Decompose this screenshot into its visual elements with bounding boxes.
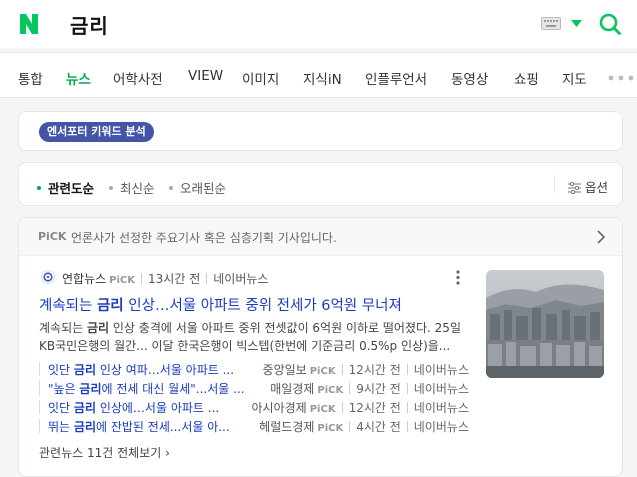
news-card: PiCK 언론사가 선정한 주요기사 혹은 심층기획 기사입니다. 연합뉴스 Pi…	[18, 217, 623, 477]
tab-news[interactable]: 뉴스	[66, 68, 91, 88]
related-news-meta: 중앙일보 PiCK 12시간 전 네이버뉴스	[262, 363, 469, 377]
tab-dictionary[interactable]: 어학사전	[113, 68, 163, 88]
tab-kin[interactable]: 지식iN	[303, 68, 342, 88]
related-news-meta: 아시아경제 PiCK 12시간 전 네이버뉴스	[251, 401, 469, 415]
divider	[554, 175, 555, 193]
sort-oldest-label: 오래된순	[180, 181, 227, 196]
search-tabs: 통합 뉴스 어학사전 VIEW 이미지 지식iN 인플루언서 동영상 쇼핑 지도	[0, 52, 637, 98]
chevron-right-icon: ›	[165, 446, 170, 460]
search-query[interactable]: 금리	[70, 10, 109, 39]
sort-latest[interactable]: 최신순	[109, 178, 155, 197]
related-news-list: 잇단 금리 인상 여파…서울 아파트 ... 중앙일보 PiCK 12시간 전 네이버…	[39, 360, 469, 436]
options-button[interactable]: 옵션	[568, 177, 608, 196]
search-icon[interactable]	[598, 12, 622, 36]
related-news-link[interactable]: 잇단 금리 인상 여파…서울 아파트 ...	[48, 361, 248, 378]
more-tabs-icon[interactable]	[608, 75, 636, 81]
chevron-right-icon[interactable]	[596, 230, 606, 244]
sort-relevance[interactable]: 관련도순	[37, 178, 94, 197]
related-news-link[interactable]: 잇단 금리 인상에…서울 아파트 ...	[48, 399, 248, 416]
related-news-item: "높은 금리에 전세 대신 월세"...서울 ... 매일경제 PiCK 9시간 전…	[39, 379, 469, 398]
press-logo-icon[interactable]	[41, 270, 55, 284]
sort-oldest[interactable]: 오래된순	[169, 178, 226, 197]
press-name[interactable]: 연합뉴스	[62, 272, 106, 286]
pick-label: PiCK	[109, 275, 136, 286]
article-headline[interactable]: 계속되는 금리 인상…서울 아파트 중위 전세가 6억원 무너져	[39, 294, 402, 315]
tab-integrated[interactable]: 통합	[18, 68, 43, 88]
keyword-analysis-card: 엔서포터 키워드 분석	[18, 111, 623, 151]
tab-shopping[interactable]: 쇼핑	[514, 68, 539, 88]
article-time: 13시간 전	[148, 272, 201, 286]
related-news-item: 잇단 금리 인상 여파…서울 아파트 ... 중앙일보 PiCK 12시간 전 네이버…	[39, 360, 469, 379]
caret-down-icon[interactable]	[571, 20, 582, 27]
related-news-meta: 헤럴드경제 PiCK 4시간 전 네이버뉴스	[259, 420, 469, 434]
tab-map[interactable]: 지도	[562, 68, 587, 88]
pick-logo: PiCK	[38, 230, 67, 243]
filter-icon	[568, 181, 581, 195]
related-news-link[interactable]: 뛰는 금리에 잔밥된 전세...서울 아...	[48, 418, 248, 435]
article-description[interactable]: 계속되는 금리 인상 충격에 서울 아파트 중위 전셋값이 6억원 이하로 떨어…	[39, 319, 461, 355]
sort-latest-label: 최신순	[120, 181, 155, 196]
options-label: 옵션	[585, 180, 609, 195]
related-news-meta: 매일경제 PiCK 9시간 전 네이버뉴스	[270, 382, 469, 396]
tab-view[interactable]: VIEW	[188, 68, 223, 84]
article-source-line: 연합뉴스 PiCK 13시간 전 네이버뉴스	[62, 270, 268, 287]
related-news-link[interactable]: "높은 금리에 전세 대신 월세"...서울 ...	[48, 380, 248, 397]
pick-info-bar[interactable]: PiCK 언론사가 선정한 주요기사 혹은 심층기획 기사입니다.	[19, 218, 622, 256]
naver-logo[interactable]	[18, 12, 40, 36]
sort-bar: 관련도순 최신순 오래된순 옵션	[18, 162, 623, 206]
keyword-analysis-badge[interactable]: 엔서포터 키워드 분석	[39, 122, 154, 142]
pick-info-text: 언론사가 선정한 주요기사 혹은 심층기획 기사입니다.	[71, 231, 337, 245]
more-options-icon[interactable]	[456, 270, 460, 285]
naver-news-link[interactable]: 네이버뉴스	[213, 272, 268, 286]
article-thumbnail[interactable]	[486, 270, 604, 378]
related-news-item: 뛰는 금리에 잔밥된 전세...서울 아... 헤럴드경제 PiCK 4시간 전 네이…	[39, 417, 469, 436]
more-related-news-link[interactable]: 관련뉴스 11건 전체보기 ›	[39, 444, 170, 461]
keyboard-icon[interactable]	[541, 17, 561, 30]
related-news-item: 잇단 금리 인상에…서울 아파트 ... 아시아경제 PiCK 12시간 전 네이버뉴…	[39, 398, 469, 417]
search-header: 금리	[0, 0, 637, 48]
tab-influencer[interactable]: 인플루언서	[365, 68, 427, 88]
tab-video[interactable]: 동영상	[451, 68, 488, 88]
tab-images[interactable]: 이미지	[242, 68, 279, 88]
sort-relevance-label: 관련도순	[48, 181, 95, 196]
